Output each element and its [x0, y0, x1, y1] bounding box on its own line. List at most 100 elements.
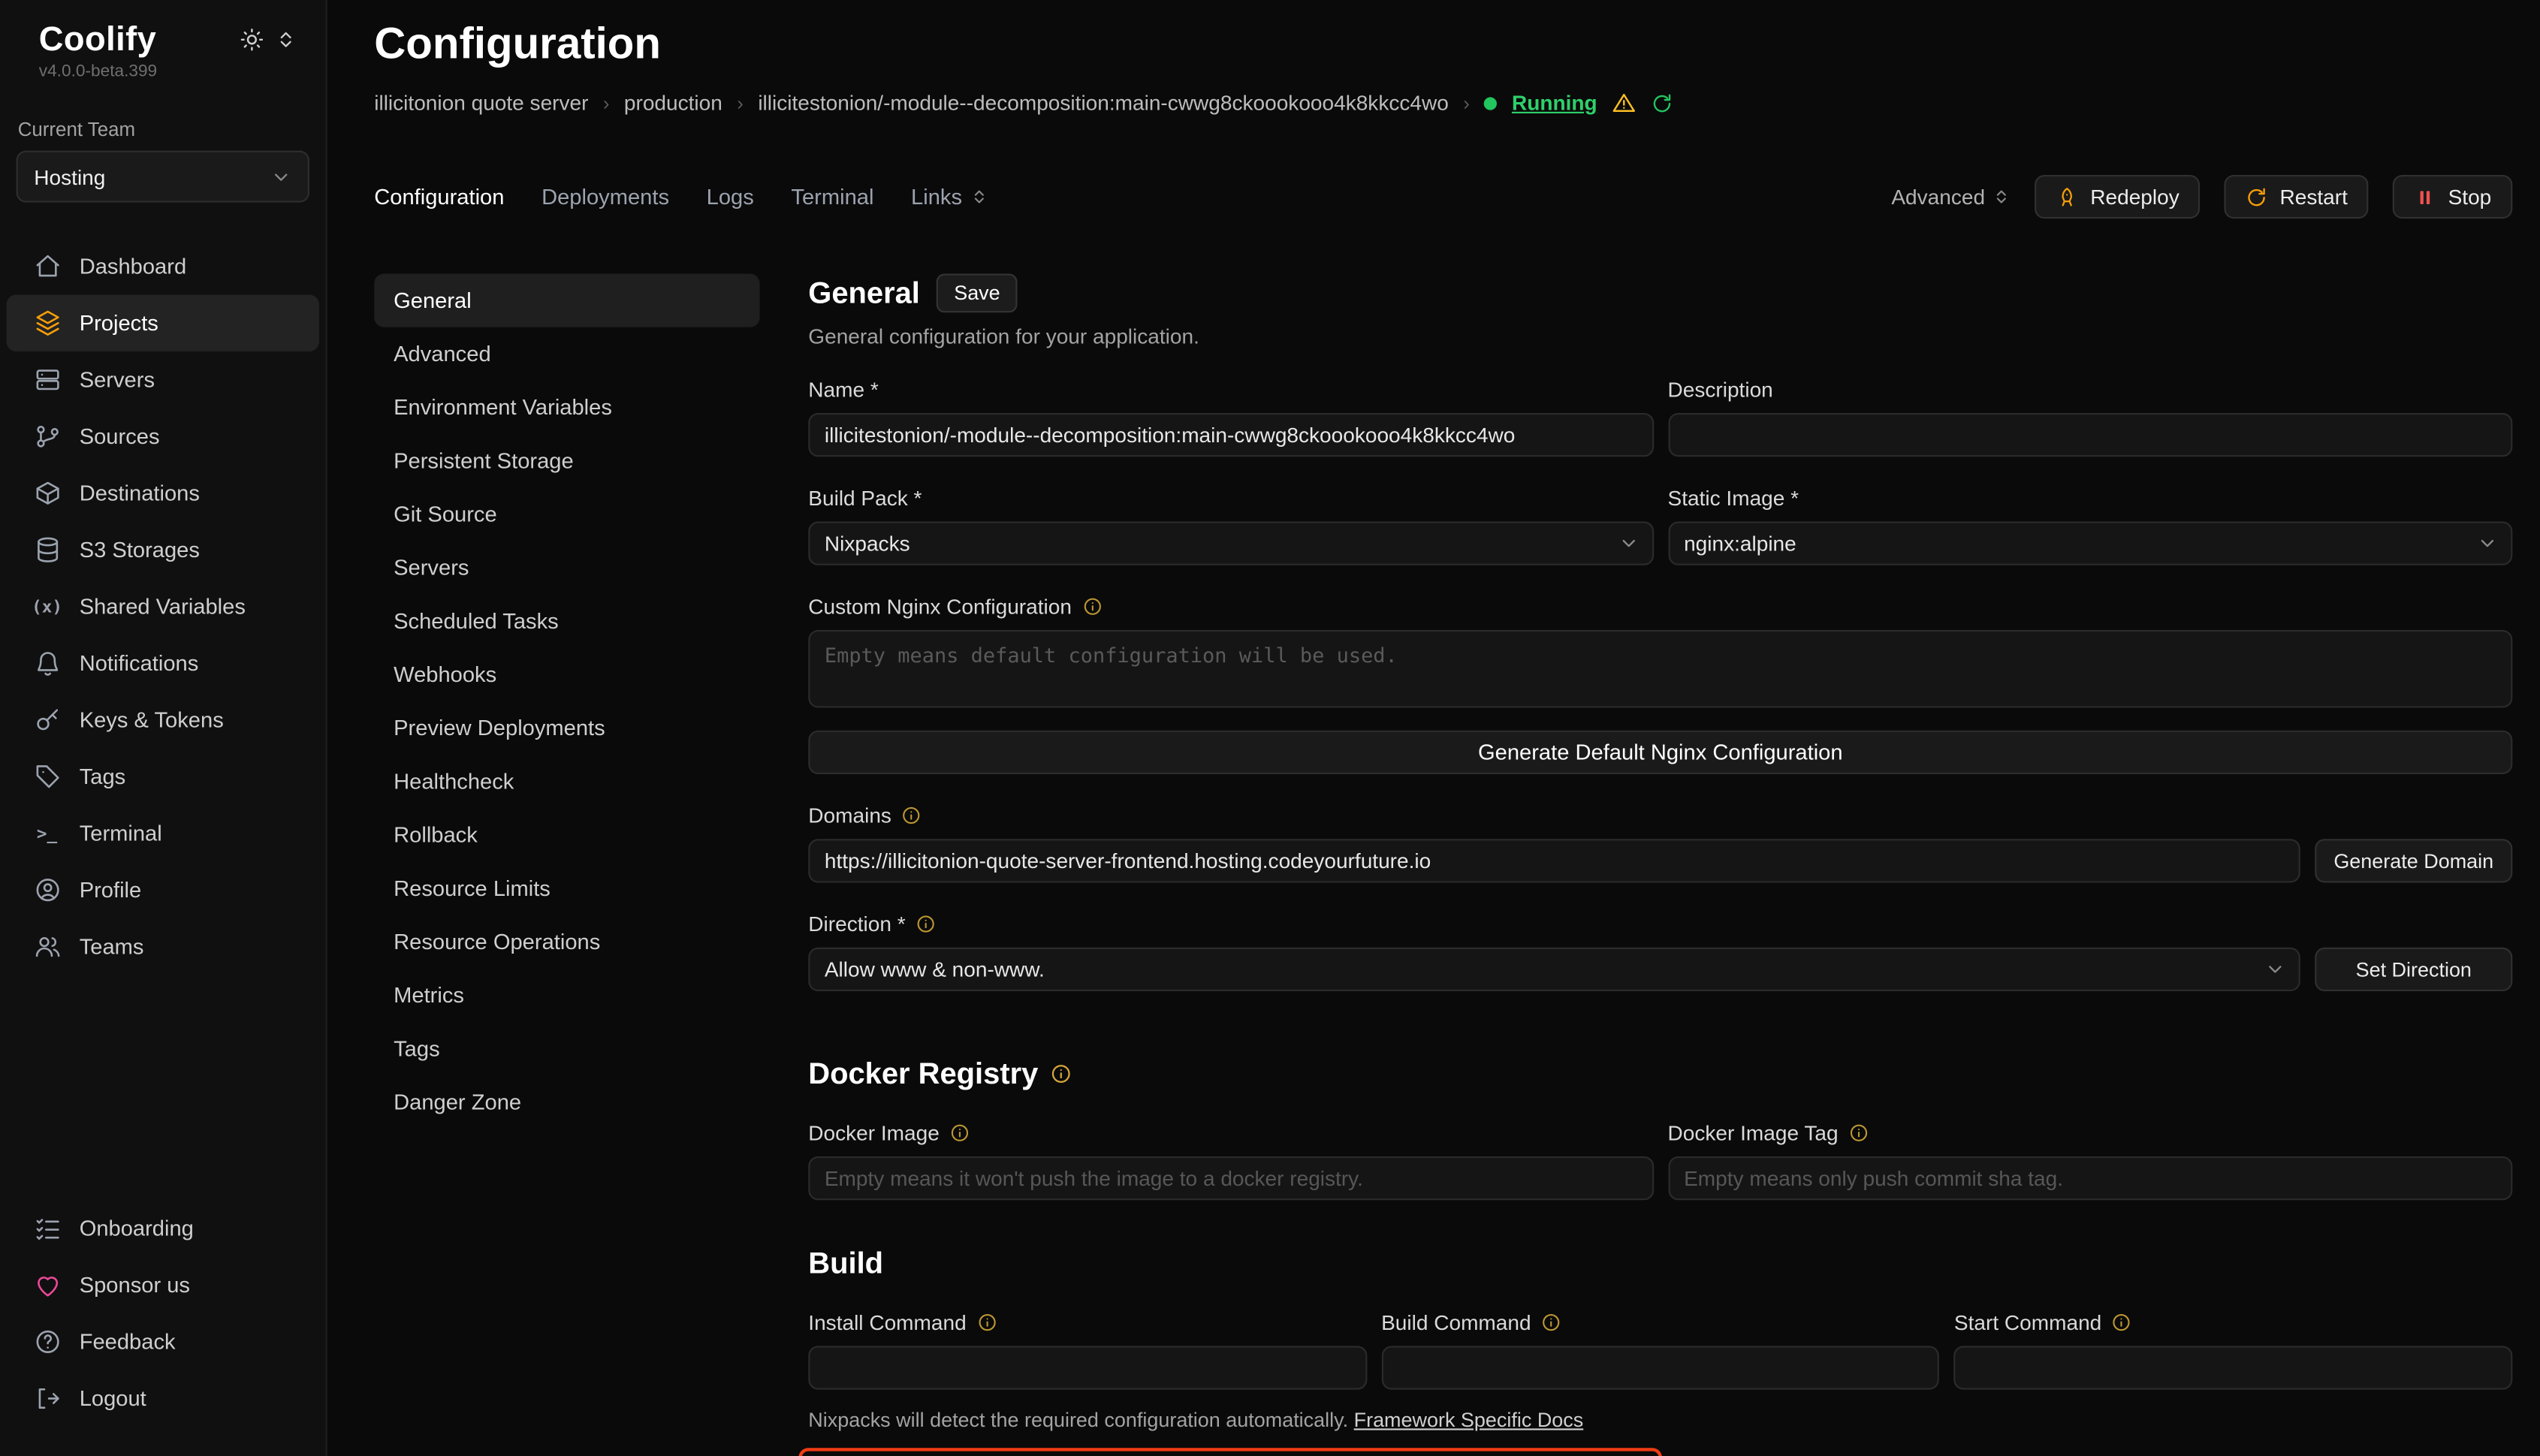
start-command-input[interactable]	[1954, 1346, 2512, 1389]
install-command-input[interactable]	[808, 1346, 1366, 1389]
pause-icon	[2414, 185, 2436, 208]
nginx-config-textarea[interactable]	[808, 630, 2512, 708]
docker-image-input[interactable]	[808, 1156, 1653, 1200]
sidebar-item-profile[interactable]: Profile	[7, 861, 319, 918]
subnav-item-general[interactable]: General	[374, 274, 759, 327]
sidebar-item-sponsor[interactable]: Sponsor us	[7, 1257, 319, 1313]
restart-button[interactable]: Restart	[2225, 175, 2369, 219]
subnav-item-servers[interactable]: Servers	[374, 541, 759, 594]
terminal-icon: >_	[32, 818, 62, 848]
checklist-icon	[32, 1214, 62, 1243]
annotation-highlight	[798, 1448, 1661, 1456]
chevron-down-icon	[270, 166, 291, 187]
info-icon	[1049, 1063, 1072, 1085]
domains-input[interactable]	[808, 839, 2300, 882]
version-switcher-icon[interactable]	[276, 29, 297, 50]
docker-image-label: Docker Image	[808, 1121, 940, 1145]
help-icon	[32, 1328, 62, 1357]
app-version: v4.0.0-beta.399	[39, 62, 326, 81]
build-note: Nixpacks will detect the required config…	[808, 1409, 2512, 1431]
name-input[interactable]	[808, 413, 1653, 457]
build-pack-select[interactable]: Nixpacks	[808, 522, 1653, 565]
subnav-item-rollback[interactable]: Rollback	[374, 808, 759, 861]
subnav-item-scheduled-tasks[interactable]: Scheduled Tasks	[374, 595, 759, 648]
start-command-label: Start Command	[1954, 1310, 2101, 1334]
direction-select[interactable]: Allow www & non-www.	[808, 948, 2300, 991]
tab-links[interactable]: Links	[911, 185, 988, 209]
section-heading-docker-registry: Docker Registry	[808, 1056, 2512, 1091]
sidebar-item-label: Keys & Tokens	[80, 708, 224, 732]
sidebar-item-label: Dashboard	[80, 255, 186, 279]
static-image-select[interactable]: nginx:alpine	[1668, 522, 2513, 565]
theme-sun-icon[interactable]	[240, 28, 264, 52]
sidebar-item-notifications[interactable]: Notifications	[7, 635, 319, 692]
chevron-down-icon	[2264, 959, 2285, 980]
sidebar-item-label: Projects	[80, 311, 158, 335]
sidebar-item-tags[interactable]: Tags	[7, 748, 319, 804]
home-icon	[32, 252, 62, 281]
sidebar-item-teams[interactable]: Teams	[7, 918, 319, 975]
sidebar-item-keys-tokens[interactable]: Keys & Tokens	[7, 692, 319, 748]
subnav-item-resource-operations[interactable]: Resource Operations	[374, 915, 759, 969]
nginx-config-label: Custom Nginx Configuration	[808, 595, 1072, 619]
build-pack-label: Build Pack *	[808, 486, 922, 510]
redeploy-button[interactable]: Redeploy	[2035, 175, 2201, 219]
sidebar-item-logout[interactable]: Logout	[7, 1370, 319, 1427]
sidebar-item-destinations[interactable]: Destinations	[7, 465, 319, 521]
subnav-item-tags[interactable]: Tags	[374, 1022, 759, 1075]
sidebar-item-shared-variables[interactable]: (x) Shared Variables	[7, 578, 319, 635]
restart-icon	[2246, 185, 2268, 208]
sidebar-item-label: Terminal	[80, 821, 162, 846]
sidebar-item-sources[interactable]: Sources	[7, 408, 319, 465]
static-image-label: Static Image *	[1668, 486, 1799, 510]
sidebar-item-dashboard[interactable]: Dashboard	[7, 238, 319, 294]
team-select[interactable]: Hosting	[17, 151, 309, 203]
description-input[interactable]	[1668, 413, 2513, 457]
generate-domain-button[interactable]: Generate Domain	[2315, 839, 2512, 882]
subnav-item-advanced[interactable]: Advanced	[374, 327, 759, 381]
box-icon	[32, 478, 62, 508]
build-command-input[interactable]	[1381, 1346, 1939, 1389]
tab-logs[interactable]: Logs	[707, 185, 754, 209]
save-button[interactable]: Save	[936, 274, 1018, 313]
tab-configuration[interactable]: Configuration	[374, 185, 504, 209]
section-heading-general: General	[808, 276, 920, 311]
breadcrumb-environment[interactable]: production	[624, 91, 722, 115]
subnav-item-healthcheck[interactable]: Healthcheck	[374, 755, 759, 808]
logout-icon	[32, 1384, 62, 1413]
unfold-icon	[1993, 188, 2011, 206]
info-icon	[901, 805, 922, 826]
info-icon	[916, 913, 937, 934]
breadcrumb-application[interactable]: illicitestonion/-module--decomposition:m…	[758, 91, 1449, 115]
subnav-item-metrics[interactable]: Metrics	[374, 969, 759, 1022]
sidebar-item-s3-storages[interactable]: S3 Storages	[7, 522, 319, 578]
subnav-item-danger-zone[interactable]: Danger Zone	[374, 1075, 759, 1129]
advanced-select[interactable]: Advanced	[1891, 185, 2011, 209]
generate-nginx-button[interactable]: Generate Default Nginx Configuration	[808, 731, 2512, 774]
subnav-item-git-source[interactable]: Git Source	[374, 487, 759, 541]
tab-deployments[interactable]: Deployments	[541, 185, 669, 209]
sidebar-item-terminal[interactable]: >_ Terminal	[7, 805, 319, 861]
sidebar-item-feedback[interactable]: Feedback	[7, 1313, 319, 1370]
sidebar-item-label: Profile	[80, 878, 142, 902]
subnav-item-resource-limits[interactable]: Resource Limits	[374, 861, 759, 915]
sidebar-item-projects[interactable]: Projects	[7, 295, 319, 351]
refresh-icon[interactable]	[1651, 92, 1673, 114]
set-direction-button[interactable]: Set Direction	[2315, 948, 2512, 991]
subnav-item-preview-deployments[interactable]: Preview Deployments	[374, 701, 759, 755]
users-icon	[32, 932, 62, 961]
subnav-item-environment-variables[interactable]: Environment Variables	[374, 381, 759, 434]
section-heading-build: Build	[808, 1246, 2512, 1281]
status-running-link[interactable]: Running	[1512, 91, 1597, 115]
docker-image-tag-input[interactable]	[1668, 1156, 2513, 1200]
unfold-icon	[970, 188, 988, 206]
tab-terminal[interactable]: Terminal	[791, 185, 873, 209]
subnav-item-persistent-storage[interactable]: Persistent Storage	[374, 434, 759, 487]
sidebar-item-label: Feedback	[80, 1330, 176, 1354]
subnav-item-webhooks[interactable]: Webhooks	[374, 648, 759, 701]
breadcrumb-project[interactable]: illicitonion quote server	[374, 91, 588, 115]
sidebar-item-servers[interactable]: Servers	[7, 351, 319, 408]
sidebar-item-onboarding[interactable]: Onboarding	[7, 1200, 319, 1256]
framework-docs-link[interactable]: Framework Specific Docs	[1354, 1409, 1584, 1431]
stop-button[interactable]: Stop	[2393, 175, 2512, 219]
